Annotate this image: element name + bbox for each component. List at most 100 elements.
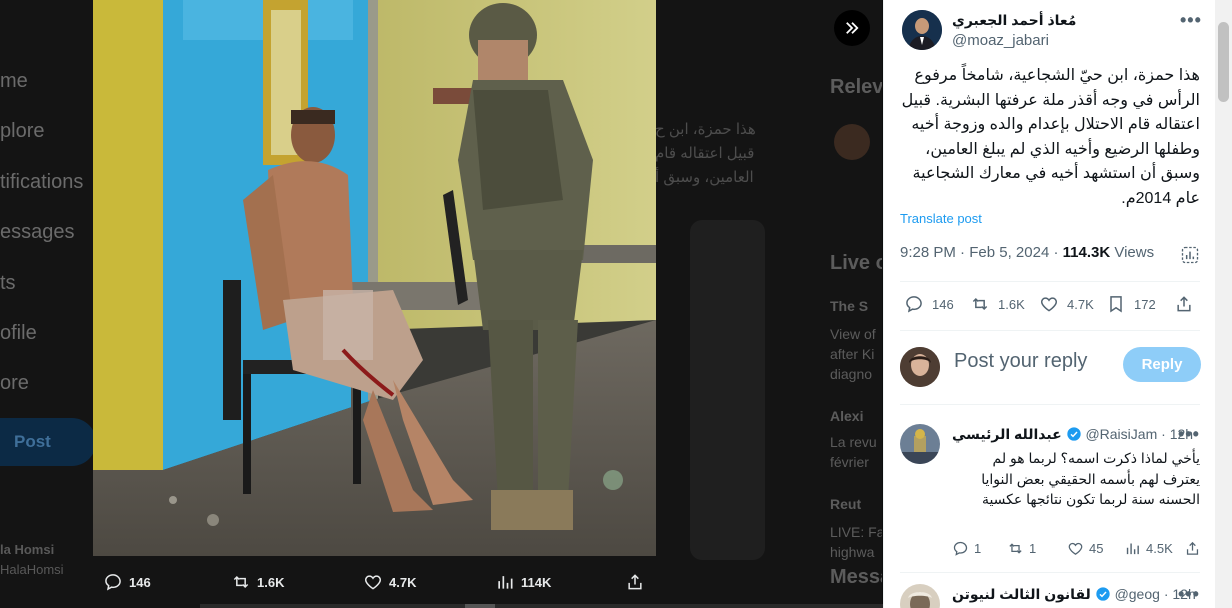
- reply-share-button[interactable]: [1184, 540, 1201, 557]
- heart-icon: [1040, 297, 1058, 312]
- reply-repost-button[interactable]: 1: [1007, 540, 1036, 557]
- reply-repost-count: 1: [1029, 541, 1037, 556]
- reply-like-button[interactable]: 45: [1067, 540, 1103, 557]
- reply-author-name[interactable]: عبدالله الرئيسي: [952, 426, 1062, 442]
- reply-more-button[interactable]: •••: [1178, 424, 1200, 445]
- share-icon: [1186, 541, 1199, 555]
- scrollbar-thumb[interactable]: [1218, 22, 1229, 102]
- reply-avatar-image: [900, 584, 940, 608]
- media-share-button[interactable]: [625, 572, 645, 592]
- reply-avatar-image: [900, 424, 940, 464]
- nav-item-home[interactable]: me: [0, 62, 83, 112]
- divider: [900, 572, 1200, 573]
- media-reply-count: 146: [129, 574, 151, 590]
- post-meta: 9:28 PM · Feb 5, 2024 · 114.3K Views: [900, 244, 1155, 261]
- reply-item[interactable]: عبدالله الرئيسي @RaisiJam · 12h ••• يأخي…: [900, 424, 1200, 564]
- reply-actions: 1 1 45 4.5K: [952, 540, 1202, 560]
- media-repost-count: 1.6K: [257, 574, 285, 590]
- live-item[interactable]: View of: [830, 324, 876, 344]
- media-like-count: 4.7K: [389, 574, 417, 590]
- media-reply-button[interactable]: 146: [103, 572, 151, 592]
- panel-scrollbar[interactable]: [1215, 0, 1232, 608]
- nav-item-messages[interactable]: essages: [0, 213, 83, 263]
- background-tweet-line: هذا حمزة، ابن ح: [655, 121, 756, 138]
- repost-icon: [233, 575, 249, 589]
- verified-badge-icon: [1096, 587, 1110, 601]
- share-icon: [1177, 296, 1191, 312]
- analytics-button[interactable]: [1180, 245, 1200, 265]
- nav-item-profile[interactable]: ofile: [0, 314, 83, 364]
- background-tweet-line: العامين، وسبق أ: [655, 169, 754, 186]
- repost-icon: [1009, 543, 1022, 554]
- reply-like-count: 45: [1089, 541, 1104, 556]
- author-name[interactable]: مُعاذ أحمد الجعبري: [952, 12, 1076, 29]
- reply-author-handle[interactable]: @geog: [1115, 586, 1160, 602]
- reply-header: عبدالله الرئيسي @RaisiJam · 12h: [952, 426, 1194, 442]
- reply-author-handle[interactable]: @RaisiJam: [1085, 426, 1157, 442]
- reply-reply-button[interactable]: 1: [952, 540, 981, 557]
- author-handle[interactable]: @moaz_jabari: [952, 32, 1049, 49]
- reply-item[interactable]: لقانون الثالث لنيوتن @geog · 12h •••: [900, 584, 1200, 608]
- repost-icon: [972, 297, 988, 311]
- post-more-button[interactable]: •••: [1180, 10, 1202, 31]
- live-item[interactable]: Alexi: [830, 406, 863, 426]
- post-photo[interactable]: [93, 0, 656, 556]
- post-date[interactable]: Feb 5, 2024: [969, 244, 1049, 261]
- nav-item-lists[interactable]: ts: [0, 264, 83, 314]
- reply-input[interactable]: Post your reply: [954, 350, 1087, 373]
- analytics-icon: [1181, 246, 1199, 264]
- account-switcher[interactable]: la Homsi HalaHomsi: [0, 540, 64, 580]
- reply-avatar[interactable]: [900, 584, 940, 608]
- author-avatar-image: [902, 10, 942, 50]
- share-button[interactable]: [1174, 294, 1194, 314]
- double-chevron-right-icon: [846, 22, 859, 34]
- views-icon: [1126, 543, 1139, 555]
- repost-button[interactable]: 1.6K: [970, 294, 1025, 314]
- background-media-card: [690, 220, 765, 560]
- nav-item-explore[interactable]: plore: [0, 112, 83, 162]
- scroll-thumb[interactable]: [465, 604, 495, 608]
- reply-avatar[interactable]: [900, 424, 940, 464]
- reply-button[interactable]: 146: [904, 294, 954, 314]
- nav-post-button[interactable]: Post: [0, 418, 96, 466]
- like-count: 4.7K: [1067, 296, 1094, 312]
- more-icon: •••: [1178, 424, 1200, 444]
- share-icon: [628, 574, 642, 590]
- nav-item-notifications[interactable]: tifications: [0, 163, 83, 213]
- divider: [900, 404, 1200, 405]
- collapse-panel-button[interactable]: [834, 10, 870, 46]
- reply-submit-button[interactable]: Reply: [1123, 347, 1201, 382]
- nav-item-more[interactable]: ore: [0, 364, 83, 414]
- bookmark-button[interactable]: 172: [1106, 294, 1156, 314]
- live-item[interactable]: La revu: [830, 432, 877, 452]
- reply-author-name[interactable]: لقانون الثالث لنيوتن: [952, 586, 1091, 602]
- reply-icon: [906, 296, 922, 313]
- live-item[interactable]: The S: [830, 296, 868, 316]
- live-item: diagno: [830, 366, 873, 382]
- reply-more-button[interactable]: •••: [1178, 584, 1200, 605]
- translate-post-link[interactable]: Translate post: [900, 211, 982, 226]
- media-repost-button[interactable]: 1.6K: [231, 572, 284, 592]
- live-item[interactable]: Reut: [830, 494, 861, 514]
- repost-count: 1.6K: [998, 296, 1025, 312]
- live-item[interactable]: LIVE: Fa: [830, 522, 882, 542]
- messages-title: Messa: [830, 566, 882, 588]
- bookmark-icon: [1110, 296, 1122, 313]
- reply-views-button[interactable]: 4.5K: [1124, 540, 1173, 557]
- heart-icon: [1068, 542, 1083, 555]
- post-time[interactable]: 9:28 PM: [900, 244, 956, 261]
- post-views-label: Views: [1114, 244, 1155, 261]
- reply-header: لقانون الثالث لنيوتن @geog · 12h: [952, 586, 1196, 602]
- live-title: Live o: [830, 252, 882, 274]
- live-item: highwa: [830, 544, 875, 560]
- author-avatar[interactable]: [902, 10, 942, 50]
- user-avatar[interactable]: [900, 347, 940, 387]
- reply-count: 146: [932, 296, 954, 312]
- live-item: février: [830, 454, 869, 470]
- media-like-button[interactable]: 4.7K: [363, 572, 416, 592]
- media-views-button[interactable]: 114K: [495, 572, 551, 592]
- views-icon: [498, 576, 513, 589]
- background-sidebar: Relev Live o The S View of after Ki diag…: [830, 0, 882, 608]
- like-button[interactable]: 4.7K: [1039, 294, 1094, 314]
- background-nav: me plore tifications essages ts ofile or…: [0, 62, 83, 415]
